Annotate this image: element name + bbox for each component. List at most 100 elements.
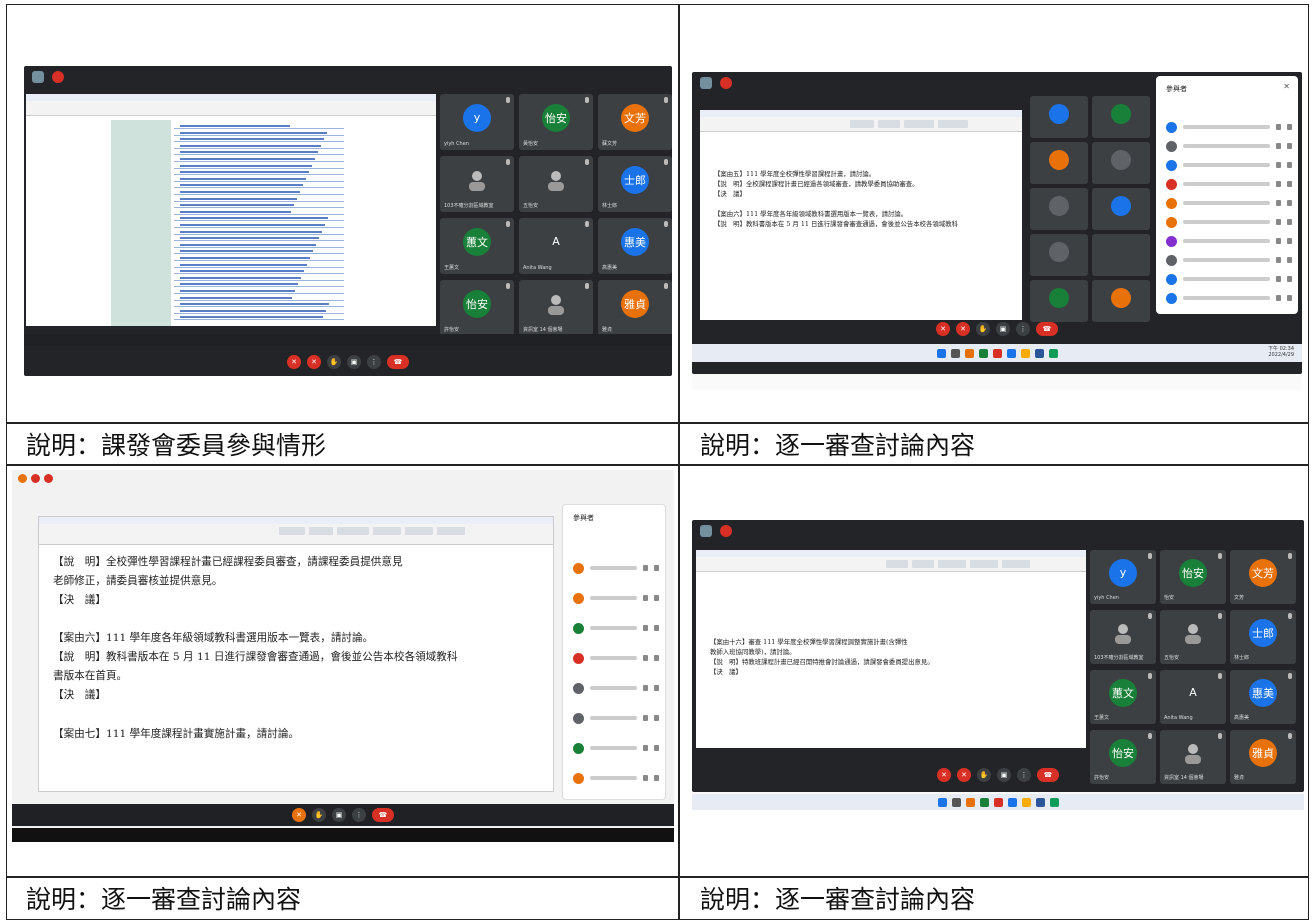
- more-options-icon[interactable]: [654, 745, 659, 751]
- file-link-row[interactable]: [174, 230, 344, 235]
- more-options-icon[interactable]: [1287, 200, 1292, 206]
- file-link-row[interactable]: [174, 144, 344, 149]
- participant-row[interactable]: [573, 651, 659, 665]
- participant-tile[interactable]: [1030, 96, 1088, 138]
- participant-tile[interactable]: [1030, 188, 1088, 230]
- file-link-row[interactable]: [174, 157, 344, 162]
- end-call-button[interactable]: ☎: [372, 808, 394, 822]
- participant-tile[interactable]: 惠美 高惠美: [1230, 670, 1296, 724]
- participant-row[interactable]: [1166, 272, 1292, 286]
- start-icon[interactable]: [936, 348, 946, 358]
- more-options-icon[interactable]: [1287, 181, 1292, 187]
- app-icon[interactable]: [1048, 348, 1058, 358]
- participant-tile[interactable]: 103不確分割區域教室: [1090, 610, 1156, 664]
- participant-row[interactable]: [1166, 291, 1292, 305]
- participant-tile[interactable]: y yiyh Chen: [440, 94, 514, 150]
- present-icon[interactable]: ▣: [997, 768, 1011, 782]
- participant-tile[interactable]: 雅貞 雅貞: [598, 280, 672, 336]
- participant-tile[interactable]: [1030, 234, 1088, 276]
- end-call-button[interactable]: ☎: [1037, 768, 1059, 782]
- participant-tile[interactable]: 103不確分割區域教室: [440, 156, 514, 212]
- file-link-row[interactable]: [174, 282, 344, 288]
- more-options-icon[interactable]: ⋮: [352, 808, 366, 822]
- participant-row[interactable]: [573, 741, 659, 755]
- participant-tile[interactable]: 文芳 蘇文芳: [598, 94, 672, 150]
- more-options-icon[interactable]: [1287, 143, 1292, 149]
- file-link-row[interactable]: [174, 137, 344, 143]
- app-icon[interactable]: [1006, 348, 1016, 358]
- file-link-row[interactable]: [174, 249, 344, 255]
- file-link-row[interactable]: [174, 190, 344, 195]
- end-call-button[interactable]: ☎: [387, 355, 409, 369]
- present-icon[interactable]: ▣: [332, 808, 346, 822]
- participant-tile[interactable]: 士郎 林士郎: [1230, 610, 1296, 664]
- file-link-row[interactable]: [174, 223, 344, 228]
- more-options-icon[interactable]: [1287, 124, 1292, 130]
- present-icon[interactable]: ▣: [996, 322, 1010, 336]
- participant-row[interactable]: [573, 711, 659, 725]
- participant-tile[interactable]: 蕙文 王蕙文: [1090, 670, 1156, 724]
- raise-hand-icon[interactable]: ✋: [312, 808, 326, 822]
- participant-row[interactable]: [1166, 196, 1292, 210]
- raise-hand-icon[interactable]: ✋: [977, 768, 991, 782]
- participant-row[interactable]: [1166, 215, 1292, 229]
- participant-tile[interactable]: 惠美 高惠美: [598, 218, 672, 274]
- more-options-icon[interactable]: [1287, 257, 1292, 263]
- participant-tile[interactable]: 蕙文 王蕙文: [440, 218, 514, 274]
- file-link-row[interactable]: [174, 296, 344, 301]
- raise-hand-icon[interactable]: ✋: [327, 355, 341, 369]
- file-link-row[interactable]: [174, 170, 344, 176]
- participant-row[interactable]: [1166, 234, 1292, 248]
- participant-tile[interactable]: [1092, 234, 1150, 276]
- participant-tile[interactable]: 文芳 文芳: [1230, 550, 1296, 604]
- app-icon[interactable]: [964, 348, 974, 358]
- participant-tile[interactable]: 怡安 怡安: [1160, 550, 1226, 604]
- mic-off-icon[interactable]: ✕: [292, 808, 306, 822]
- mic-off-icon[interactable]: ✕: [936, 322, 950, 336]
- more-options-icon[interactable]: [654, 715, 659, 721]
- more-options-icon[interactable]: [654, 655, 659, 661]
- file-link-row[interactable]: [174, 203, 344, 209]
- participant-row[interactable]: [573, 561, 659, 575]
- more-options-icon[interactable]: ⋮: [1016, 322, 1030, 336]
- file-link-row[interactable]: [174, 177, 344, 182]
- participant-row[interactable]: [1166, 177, 1292, 191]
- app-icon[interactable]: [1007, 797, 1017, 807]
- start-icon[interactable]: [937, 797, 947, 807]
- app-icon[interactable]: [978, 348, 988, 358]
- more-options-icon[interactable]: [1287, 219, 1292, 225]
- participant-row[interactable]: [573, 681, 659, 695]
- more-options-icon[interactable]: [1287, 295, 1292, 301]
- file-link-row[interactable]: [174, 243, 344, 248]
- camera-off-icon[interactable]: ✕: [957, 768, 971, 782]
- participant-tile[interactable]: 五怡安: [1160, 610, 1226, 664]
- participant-row[interactable]: [573, 591, 659, 605]
- mic-off-icon[interactable]: ✕: [937, 768, 951, 782]
- raise-hand-icon[interactable]: ✋: [976, 322, 990, 336]
- participant-row[interactable]: [573, 771, 659, 785]
- word-icon[interactable]: [1035, 797, 1045, 807]
- word-icon[interactable]: [1034, 348, 1044, 358]
- file-link-row[interactable]: [174, 124, 344, 129]
- app-icon[interactable]: [1021, 797, 1031, 807]
- participant-row[interactable]: [1166, 139, 1292, 153]
- participant-tile[interactable]: 士郎 林士郎: [598, 156, 672, 212]
- participant-tile[interactable]: y yiyh Chen: [1090, 550, 1156, 604]
- file-link-row[interactable]: [174, 216, 344, 222]
- file-link-row[interactable]: [174, 236, 344, 242]
- file-link-row[interactable]: [174, 183, 344, 189]
- participant-tile[interactable]: [1092, 96, 1150, 138]
- search-icon[interactable]: [951, 797, 961, 807]
- participant-tile[interactable]: [1030, 142, 1088, 184]
- file-link-row[interactable]: [174, 309, 344, 314]
- participant-tile[interactable]: 怡安 許怡安: [440, 280, 514, 336]
- file-link-row[interactable]: [174, 164, 344, 169]
- participant-row[interactable]: [1166, 253, 1292, 267]
- more-options-icon[interactable]: [654, 565, 659, 571]
- end-call-button[interactable]: ☎: [1036, 322, 1058, 336]
- camera-off-icon[interactable]: ✕: [307, 355, 321, 369]
- search-icon[interactable]: [950, 348, 960, 358]
- app-icon[interactable]: [992, 348, 1002, 358]
- camera-off-icon[interactable]: ✕: [956, 322, 970, 336]
- app-icon[interactable]: [965, 797, 975, 807]
